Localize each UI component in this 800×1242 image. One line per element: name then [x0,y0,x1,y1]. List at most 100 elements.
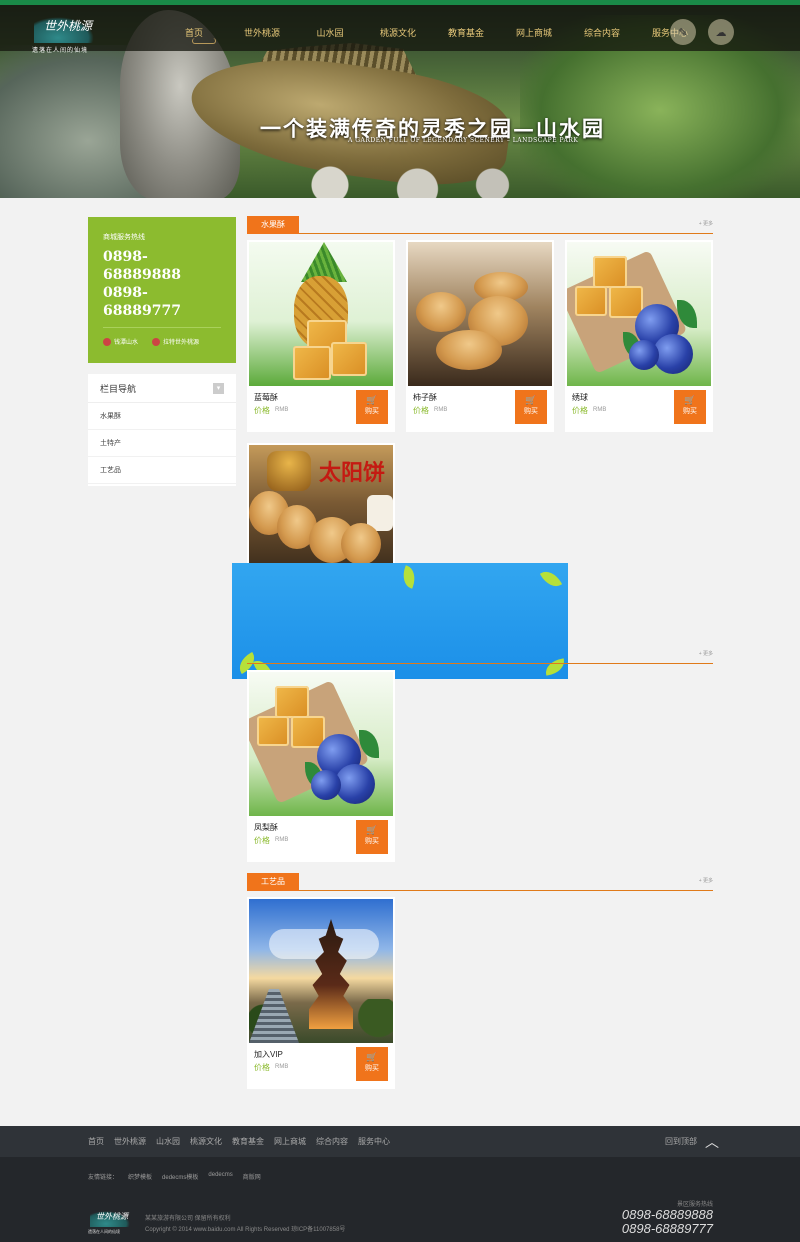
currency: RMB [275,1064,289,1070]
friend-link[interactable]: dedecms模板 [162,1172,198,1181]
nav-home[interactable]: 首页 [160,10,228,56]
leaf [399,565,419,589]
category-item-pastry[interactable]: 水果酥 [88,403,236,430]
price-label: 价格 [254,836,270,845]
product-card[interactable]: 柿子酥 价格 RMB 🛒 购买 [406,240,554,432]
category-item-specialty[interactable]: 土特产 [88,430,236,457]
more-link[interactable]: + 更多 [699,220,713,227]
sidebar-links: 钱潭山水 拉特世外桃源 [103,337,199,346]
cart-icon: 🛒 [366,825,378,835]
footer-link[interactable]: 桃源文化 [190,1136,222,1147]
footer-links: 首页 世外桃源 山水园 桃源文化 教育基金 网上商城 综合内容 服务中心 [88,1126,390,1157]
product-name[interactable]: 柿子酥 [413,392,437,403]
avatar-icon [103,337,111,346]
cake-cube [575,286,607,316]
more-link[interactable]: + 更多 [699,877,713,884]
product-name[interactable]: 蓝莓酥 [254,392,278,403]
avatar-icon [152,337,161,346]
price-label: 价格 [572,406,588,415]
nav-paradise[interactable]: 世外桃源 [228,10,296,56]
weibo-icon[interactable]: ✎ [670,19,696,45]
wechat-icon[interactable]: ☁ [708,19,734,45]
honey-bowl [267,451,311,491]
product-card[interactable]: 加入VIP 价格 RMB 🛒 购买 [247,897,395,1089]
friend-link[interactable]: dedecms [208,1172,232,1181]
footer-link[interactable]: 教育基金 [232,1136,264,1147]
cake-cube [257,716,289,746]
top-navbar: 世外桃源 遗落在人间的仙境 首页 世外桃源 山水园 桃源文化 教育基金 网上商城… [0,5,800,54]
currency: RMB [434,407,448,413]
main-nav: 首页 世外桃源 山水园 桃源文化 教育基金 网上商城 综合内容 服务中心 [160,10,704,56]
active-swirl [192,38,216,44]
more-link[interactable]: + 更多 [699,650,713,657]
currency: RMB [275,407,289,413]
pastry [416,292,466,332]
company-name: 某某旅游有限公司 保留所有权利 [145,1216,231,1222]
category-nav: 栏目导航 ▾ 水果酥 土特产 工艺品 [88,374,236,486]
nav-landscape[interactable]: 山水园 [296,10,364,56]
section-tab[interactable]: 工艺品 [247,873,299,891]
footer-hotline: 景区服务热线 0898-68889888 0898-68889777 [622,1199,713,1236]
sidebar-link-2[interactable]: 拉特世外桃源 [152,337,199,346]
footer-link[interactable]: 首页 [88,1136,104,1147]
currency: RMB [275,837,289,843]
footer-link[interactable]: 综合内容 [316,1136,348,1147]
footer-bottom: 友情链接： 织梦模板 dedecms模板 dedecms 商版网 世外桃源 遗落… [0,1157,800,1242]
sun-cake-text: 太阳饼 [319,460,386,486]
nav-culture[interactable]: 桃源文化 [364,10,432,56]
buy-button[interactable]: 🛒 购买 [356,1047,388,1081]
section-header-pastry: 水果酥 + 更多 [247,216,713,234]
cake-cube [275,686,309,718]
footer-link[interactable]: 世外桃源 [114,1136,146,1147]
product-name[interactable]: 加入VIP [254,1049,283,1060]
product-image[interactable] [249,242,393,386]
buy-button[interactable]: 🛒 购买 [356,390,388,424]
footer-logo: 世外桃源 遗落在人间的仙境 [88,1209,136,1237]
footer-logo-tagline: 遗落在人间的仙境 [88,1229,120,1234]
nav-fund[interactable]: 教育基金 [432,10,500,56]
copyright: Copyright © 2014 www.baidu.com All Right… [145,1227,346,1233]
footer-logo-text: 世外桃源 [96,1212,128,1221]
cart-icon: 🛒 [525,395,537,405]
buy-button[interactable]: 🛒 购买 [356,820,388,854]
chevron-down-icon[interactable]: ▾ [213,382,224,394]
section-header-specialty: + 更多 [247,646,713,664]
category-nav-header[interactable]: 栏目导航 ▾ [88,374,236,403]
product-image[interactable] [408,242,552,386]
product-image[interactable] [567,242,711,386]
company-info: 某某旅游有限公司 保留所有权利 Copyright © 2014 www.bai… [145,1214,345,1236]
product-image[interactable] [249,672,393,816]
cart-icon: 🛒 [366,1052,378,1062]
product-name[interactable]: 凤梨酥 [254,822,278,833]
footer-link[interactable]: 网上商城 [274,1136,306,1147]
logo-text: 世外桃源 [44,19,93,33]
friend-links-label: 友情链接： [88,1175,119,1181]
section-tab[interactable]: 水果酥 [247,216,299,234]
friend-links: 友情链接： 织梦模板 dedecms模板 dedecms 商版网 [88,1172,261,1181]
product-image[interactable] [249,899,393,1043]
cake-cube [331,342,367,376]
product-card[interactable]: 凤梨酥 价格 RMB 🛒 购买 [247,670,395,862]
footer-link[interactable]: 服务中心 [358,1136,390,1147]
social-icons: ✎ ☁ [670,19,734,45]
nav-shop[interactable]: 网上商城 [500,10,568,56]
nav-content[interactable]: 综合内容 [568,10,636,56]
friend-link[interactable]: 商版网 [243,1172,261,1181]
chevron-up-icon: ︿ [705,1133,719,1150]
hotline-label: 商城服务热线 [103,234,145,241]
sidebar-link-1[interactable]: 钱潭山水 [103,337,138,346]
category-item-craft[interactable]: 工艺品 [88,457,236,484]
back-to-top-label: 回到顶部 [665,1137,697,1146]
buy-button[interactable]: 🛒 购买 [674,390,706,424]
product-card[interactable]: 绣球 价格 RMB 🛒 购买 [565,240,713,432]
back-to-top[interactable]: 回到顶部 ︿ [665,1126,719,1157]
stone-waves [280,165,530,198]
footer-link[interactable]: 山水园 [156,1136,180,1147]
currency: RMB [593,407,607,413]
product-name[interactable]: 绣球 [572,392,588,403]
site-logo[interactable]: 世外桃源 遗落在人间的仙境 [30,13,110,55]
logo-tagline: 遗落在人间的仙境 [32,48,89,54]
buy-button[interactable]: 🛒 购买 [515,390,547,424]
product-card[interactable]: 蓝莓酥 价格 RMB 🛒 购买 [247,240,395,432]
friend-link[interactable]: 织梦模板 [128,1172,152,1181]
